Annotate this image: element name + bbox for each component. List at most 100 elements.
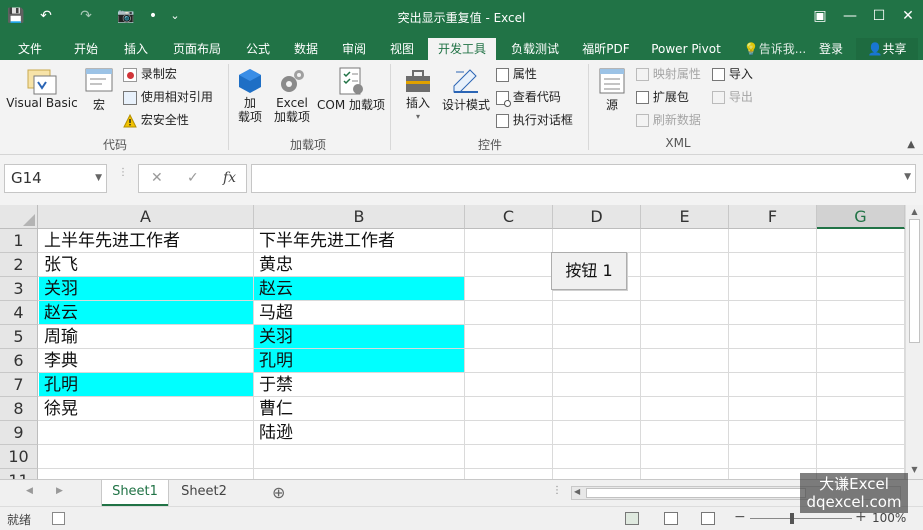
row-header-6[interactable]: 6 [0,349,38,373]
tab-formulas[interactable]: 公式 [236,38,280,60]
scroll-down-icon[interactable]: ▼ [906,465,923,474]
scroll-left-icon[interactable]: ◀ [574,487,580,496]
close-button[interactable]: ✕ [893,4,923,28]
cell-a1[interactable]: 上半年先进工作者 [39,229,254,253]
row-header-10[interactable]: 10 [0,445,38,469]
page-layout-view-icon[interactable] [664,512,678,525]
insert-function-icon[interactable]: fx [223,170,236,186]
cell-b5[interactable]: 关羽 [254,325,465,349]
cell-a7[interactable]: 孔明 [39,373,254,397]
zoom-level[interactable]: 100% [872,511,906,525]
name-box[interactable]: G14 ▼ [4,164,107,193]
expansion-packs-button[interactable]: 扩展包 [636,87,689,107]
formula-bar-grip[interactable]: ⋮ [118,168,128,186]
properties-button[interactable]: 属性 [496,64,537,84]
macro-record-icon[interactable] [52,512,65,525]
page-break-view-icon[interactable] [701,512,715,525]
tab-split-icon[interactable]: ⋮ [552,485,562,496]
worksheet-grid[interactable]: A B C D E F G 1 2 3 4 5 6 7 8 9 10 11 关羽… [0,205,905,479]
row-header-3[interactable]: 3 [0,277,38,301]
tab-home[interactable]: 开始 [62,38,110,60]
cell-b4[interactable]: 马超 [254,301,465,325]
import-button[interactable]: 导入 [712,64,753,84]
tab-load-test[interactable]: 负载测试 [502,38,568,60]
row-header-1[interactable]: 1 [0,229,38,253]
scroll-thumb[interactable] [909,219,920,343]
row-header-4[interactable]: 4 [0,301,38,325]
sign-in-link[interactable]: 登录 [812,38,850,60]
column-header-d[interactable]: D [553,205,641,229]
ribbon-display-button[interactable]: ▣ [805,4,835,28]
enter-icon[interactable]: ✓ [187,170,199,186]
relative-ref-button[interactable]: 使用相对引用 [123,87,213,107]
share-button[interactable]: 👤共享 [856,38,918,60]
restore-button[interactable]: ☐ [864,4,894,28]
cell-b1[interactable]: 下半年先进工作者 [254,229,465,253]
minimize-button[interactable]: — [835,4,865,28]
tell-me-search[interactable]: 💡告诉我... [740,38,810,60]
vertical-scrollbar[interactable]: ▲ ▼ [905,205,923,479]
cell-b3[interactable]: 赵云 [254,277,465,301]
cell-a8[interactable]: 徐晃 [39,397,254,421]
expand-formula-icon[interactable]: ▼ [904,172,911,182]
export-button[interactable]: 导出 [712,87,753,107]
map-properties-button[interactable]: 映射属性 [636,64,701,84]
macro-security-button[interactable]: 宏安全性 [123,110,189,130]
collapse-ribbon-icon[interactable]: ▲ [907,139,915,150]
zoom-slider-thumb[interactable] [790,513,794,524]
cell-a3[interactable]: 关羽 [39,277,254,301]
cell-b7[interactable]: 于禁 [254,373,465,397]
tab-review[interactable]: 审阅 [332,38,376,60]
tab-insert[interactable]: 插入 [112,38,160,60]
cell-b9[interactable]: 陆逊 [254,421,465,445]
refresh-data-button[interactable]: 刷新数据 [636,110,701,130]
form-button-1[interactable]: 按钮 1 [551,252,627,290]
tab-developer[interactable]: 开发工具 [428,38,496,60]
chevron-down-icon[interactable]: ▼ [95,165,102,192]
add-sheet-icon[interactable]: ⊕ [272,483,285,502]
zoom-slider[interactable] [750,518,852,519]
record-macro-button[interactable]: 录制宏 [123,64,177,84]
formula-input[interactable]: ▼ [251,164,916,193]
tab-view[interactable]: 视图 [380,38,424,60]
cell-b6[interactable]: 孔明 [254,349,465,373]
horizontal-scroll-thumb[interactable] [586,488,806,498]
column-header-f[interactable]: F [729,205,817,229]
com-addins-button[interactable]: COM 加载项 [316,66,386,113]
sheet-tab-sheet1[interactable]: Sheet1 [102,480,168,506]
column-header-e[interactable]: E [641,205,729,229]
view-code-button[interactable]: 查看代码 [496,87,561,107]
insert-control-button[interactable]: 插入 ▾ [400,66,436,124]
column-header-a[interactable]: A [38,205,254,229]
excel-addins-button[interactable]: Excel 加载项 [272,66,312,124]
cell-a4[interactable]: 赵云 [39,301,254,325]
next-sheet-icon[interactable]: ▶ [56,486,63,496]
prev-sheet-icon[interactable]: ◀ [26,486,33,496]
column-header-g[interactable]: G [817,205,905,229]
tab-file[interactable]: 文件 [8,38,52,60]
scroll-up-icon[interactable]: ▲ [906,207,923,216]
select-all-button[interactable] [0,205,38,229]
tab-foxit-pdf[interactable]: 福昕PDF [574,38,638,60]
row-header-7[interactable]: 7 [0,373,38,397]
run-dialog-button[interactable]: 执行对话框 [496,110,573,130]
visual-basic-button[interactable]: Visual Basic [6,66,78,110]
tab-power-pivot[interactable]: Power Pivot [646,38,726,60]
cell-b8[interactable]: 曹仁 [254,397,465,421]
normal-view-icon[interactable] [625,512,639,525]
row-header-8[interactable]: 8 [0,397,38,421]
column-header-b[interactable]: B [254,205,465,229]
cell-b2[interactable]: 黄忠 [254,253,465,277]
xml-source-button[interactable]: 源 [596,66,628,113]
cell-a2[interactable]: 张飞 [39,253,254,277]
row-header-11[interactable]: 11 [0,469,38,479]
cell-a5[interactable]: 周瑜 [39,325,254,349]
addins-button[interactable]: 加 载项 [234,66,266,124]
cell-a6[interactable]: 李典 [39,349,254,373]
design-mode-button[interactable]: 设计模式 [440,66,492,113]
sheet-tab-sheet2[interactable]: Sheet2 [170,480,238,506]
row-header-5[interactable]: 5 [0,325,38,349]
tab-data[interactable]: 数据 [284,38,328,60]
tab-page-layout[interactable]: 页面布局 [166,38,228,60]
zoom-out-icon[interactable]: − [734,509,746,525]
